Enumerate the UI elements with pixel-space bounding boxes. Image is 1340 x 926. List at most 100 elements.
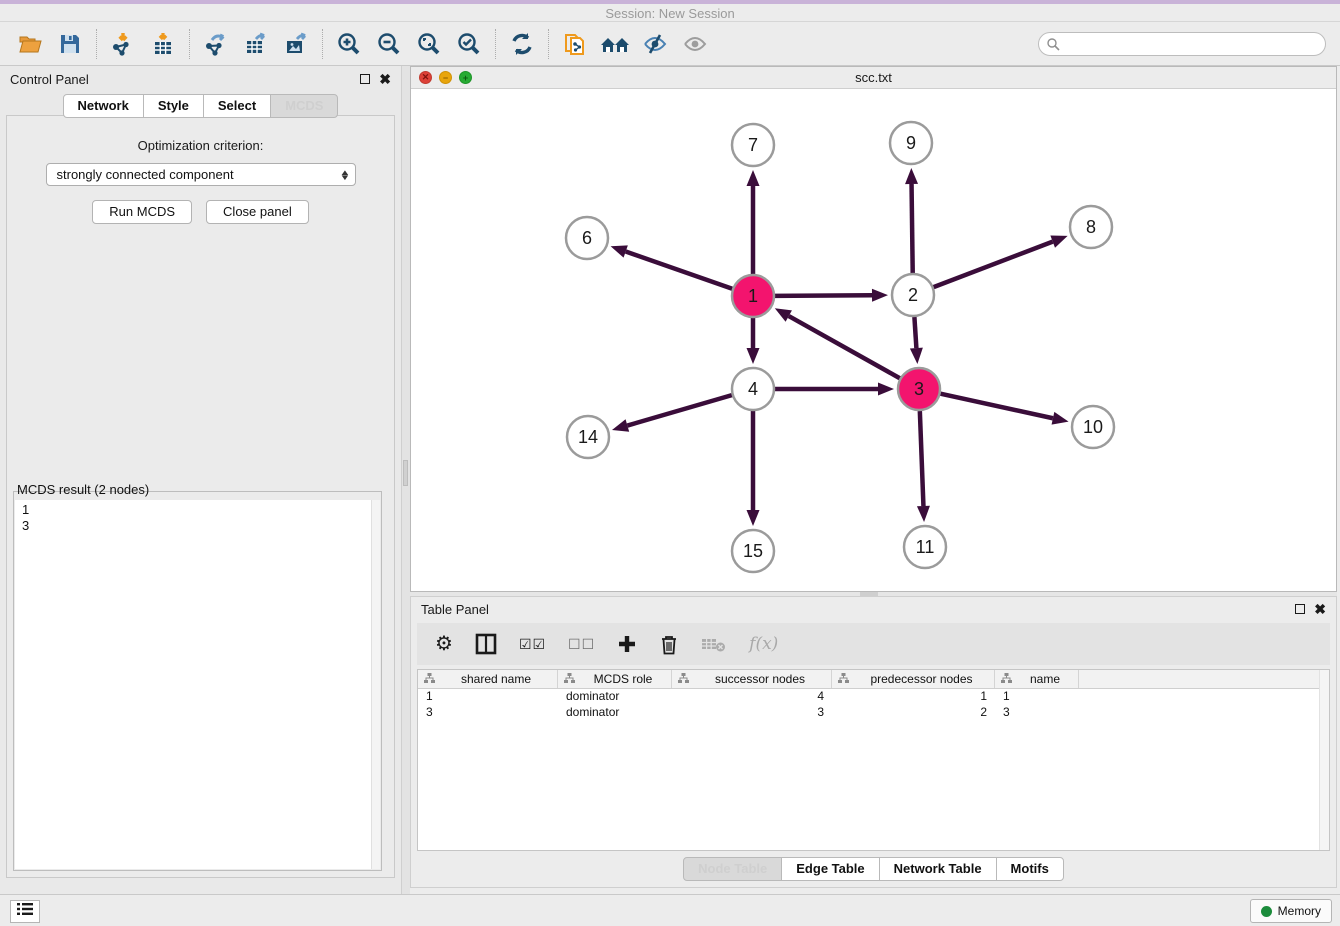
graph-node-label: 9 (906, 133, 916, 153)
zoom-selected-icon (456, 31, 482, 57)
import-network-button[interactable] (103, 27, 143, 61)
deselect-all-icon[interactable]: ☐☐ (568, 636, 595, 653)
zoom-out-icon (376, 31, 402, 57)
table-tabs: Node Table Edge Table Network Table Moti… (411, 857, 1336, 881)
table-cell: 1 (832, 689, 995, 705)
arrowhead-icon (878, 383, 894, 396)
mcds-result-list[interactable]: 13 (15, 500, 380, 869)
apply-layout-icon (509, 31, 535, 57)
network-canvas[interactable]: 7968124314101511 (411, 89, 1336, 591)
save-session-button[interactable] (50, 27, 90, 61)
edge-3-1[interactable] (789, 316, 900, 378)
export-table-button[interactable] (236, 27, 276, 61)
edge-1-2[interactable] (775, 295, 872, 296)
toolbar-separator (495, 29, 496, 59)
table-cell: 3 (672, 705, 832, 721)
table-scrollbar[interactable] (1319, 670, 1329, 850)
open-file-button[interactable] (10, 27, 50, 61)
close-table-panel-icon[interactable]: ✖ (1314, 604, 1326, 614)
arrowhead-icon (747, 348, 760, 364)
task-history-button[interactable] (10, 900, 40, 923)
float-table-panel-icon[interactable] (1295, 604, 1305, 614)
column-header[interactable]: successor nodes (672, 670, 832, 688)
columns-icon[interactable] (475, 633, 497, 655)
clone-network-icon (562, 31, 588, 57)
edge-2-9[interactable] (912, 184, 913, 273)
arrowhead-icon (611, 245, 628, 257)
column-header[interactable]: name (995, 670, 1079, 688)
network-window-titlebar[interactable]: ✕ − + scc.txt (411, 67, 1336, 89)
graph-node-label: 1 (748, 286, 758, 306)
tab-network-table[interactable]: Network Table (879, 857, 997, 881)
run-mcds-button[interactable]: Run MCDS (92, 200, 192, 224)
mcds-result-fieldset: MCDS result (2 nodes) 13 (13, 484, 382, 871)
mcds-result-title: MCDS result (2 nodes) (17, 482, 153, 497)
edge-3-11[interactable] (920, 411, 924, 506)
hide-selected-button[interactable] (635, 27, 675, 61)
add-column-icon[interactable] (617, 634, 637, 654)
search-icon (1046, 37, 1060, 51)
export-network-button[interactable] (196, 27, 236, 61)
column-header[interactable]: MCDS role (558, 670, 672, 688)
import-network-icon (110, 31, 136, 57)
table-cell: 3 (418, 705, 558, 721)
search-input[interactable] (1038, 32, 1326, 56)
edge-2-8[interactable] (934, 242, 1053, 288)
window-title: Session: New Session (0, 6, 1340, 21)
tab-node-table[interactable]: Node Table (683, 857, 782, 881)
tab-style[interactable]: Style (143, 94, 204, 118)
export-image-button[interactable] (276, 27, 316, 61)
delete-icon[interactable] (659, 633, 679, 655)
table-cell: 4 (672, 689, 832, 705)
zoom-fit-button[interactable] (409, 27, 449, 61)
close-panel-icon[interactable]: ✖ (379, 74, 391, 84)
function-builder-icon: f(x) (749, 634, 778, 654)
edge-4-14[interactable] (627, 395, 732, 425)
edge-3-10[interactable] (940, 394, 1052, 419)
mcds-result-scrollbar[interactable] (371, 500, 380, 869)
arrowhead-icon (872, 289, 888, 302)
mcds-result-line: 1 (22, 502, 380, 518)
memory-status-icon (1261, 906, 1272, 917)
panel-splitter[interactable] (402, 66, 410, 894)
control-panel-tabs: Network Style Select MCDS (0, 94, 401, 118)
arrowhead-icon (1050, 236, 1067, 248)
tab-network[interactable]: Network (63, 94, 144, 118)
first-neighbors-button[interactable] (595, 27, 635, 61)
graph-node-label: 11 (916, 537, 935, 557)
export-table-icon (243, 31, 269, 57)
graph-node-label: 2 (908, 285, 918, 305)
tab-select[interactable]: Select (203, 94, 271, 118)
tab-mcds[interactable]: MCDS (270, 94, 338, 118)
edge-1-6[interactable] (626, 252, 733, 289)
close-panel-button[interactable]: Close panel (206, 200, 309, 224)
mcds-result-line: 3 (22, 518, 380, 534)
table-cell: 2 (832, 705, 995, 721)
memory-button[interactable]: Memory (1250, 899, 1332, 923)
import-table-button[interactable] (143, 27, 183, 61)
optimization-criterion-select[interactable]: strongly connected component ▲▼ (46, 163, 356, 186)
mcds-panel-body: Optimization criterion: strongly connect… (6, 115, 395, 878)
zoom-in-button[interactable] (329, 27, 369, 61)
clone-network-button[interactable] (555, 27, 595, 61)
table-panel-title: Table Panel (421, 602, 489, 617)
table-row[interactable]: 3dominator323 (418, 705, 1329, 721)
tab-motifs[interactable]: Motifs (996, 857, 1064, 881)
tab-edge-table[interactable]: Edge Table (781, 857, 879, 881)
graph-node-label: 4 (748, 379, 758, 399)
select-value: strongly connected component (57, 167, 234, 182)
titlebar: Session: New Session (0, 0, 1340, 22)
gear-icon[interactable]: ⚙ (435, 634, 453, 654)
column-header[interactable]: shared name (418, 670, 558, 688)
show-all-button[interactable] (675, 27, 715, 61)
zoom-out-button[interactable] (369, 27, 409, 61)
column-header[interactable]: predecessor nodes (832, 670, 995, 688)
edge-2-3[interactable] (914, 317, 916, 348)
apply-layout-button[interactable] (502, 27, 542, 61)
table-cell: 1 (995, 689, 1079, 705)
table-row[interactable]: 1dominator411 (418, 689, 1329, 705)
float-panel-icon[interactable] (360, 74, 370, 84)
network-window-title: scc.txt (411, 70, 1336, 85)
select-all-icon[interactable]: ☑☑ (519, 636, 546, 653)
zoom-selected-button[interactable] (449, 27, 489, 61)
